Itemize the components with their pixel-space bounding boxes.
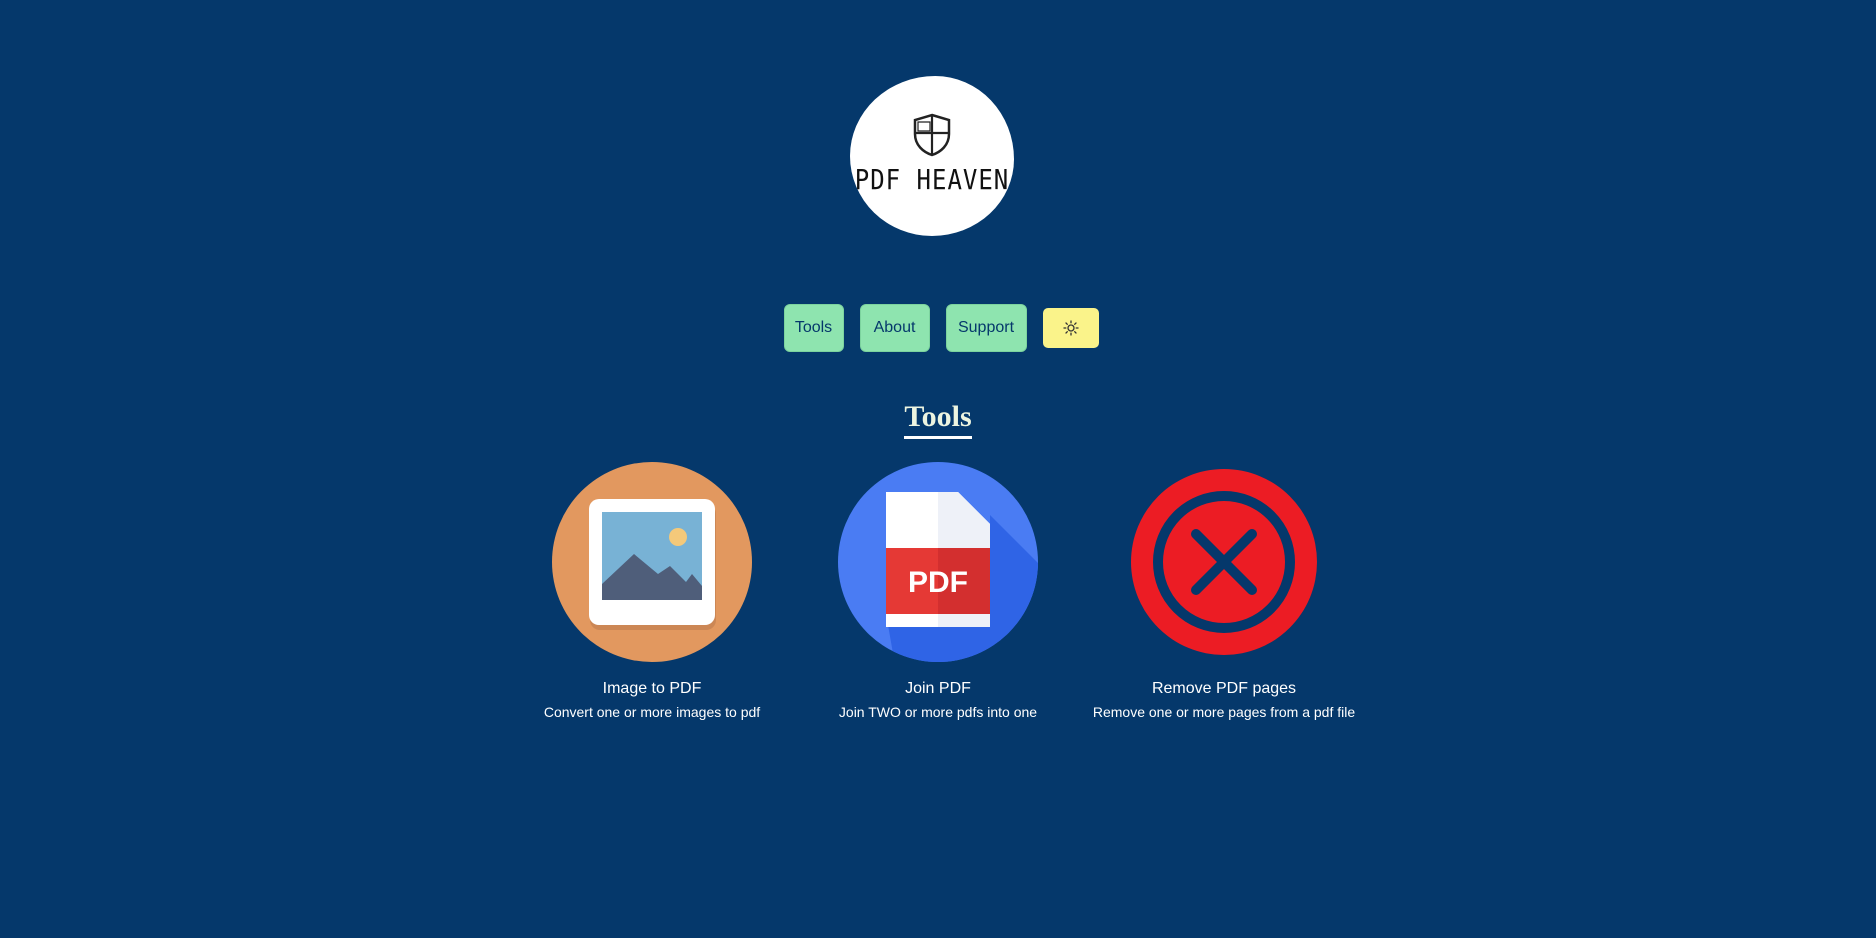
sun-icon [1062, 320, 1079, 336]
shield-icon [913, 113, 951, 157]
logo-text: PDF HEAVEN [854, 163, 1010, 197]
tool-description: Convert one or more images to pdf [543, 704, 761, 720]
svg-text:PDF: PDF [908, 566, 968, 599]
tool-name: Image to PDF [602, 680, 702, 697]
main-nav: Tools About Support [0, 304, 1876, 352]
tool-card-remove-pdf-pages[interactable]: Remove PDF pages Remove one or more page… [1074, 462, 1374, 720]
theme-toggle-button[interactable] [1042, 308, 1099, 348]
page-title: Tools [904, 400, 972, 439]
image-icon [552, 462, 752, 662]
nav-support-button[interactable]: Support [945, 304, 1027, 352]
close-circle-icon [1131, 469, 1317, 655]
nav-about-button[interactable]: About [859, 304, 930, 352]
tool-card-join-pdf[interactable]: PDF Join PDF Join TWO or more pdfs into … [788, 462, 1088, 720]
site-logo[interactable]: PDF HEAVEN [850, 76, 1014, 236]
tool-name: Join PDF [905, 680, 971, 697]
nav-tools-button[interactable]: Tools [783, 304, 844, 352]
pdf-file-icon: PDF [838, 462, 1038, 662]
tool-description: Remove one or more pages from a pdf file [1092, 704, 1356, 720]
tool-name: Remove PDF pages [1151, 680, 1297, 697]
tool-description: Join TWO or more pdfs into one [838, 704, 1038, 720]
tool-card-image-to-pdf[interactable]: Image to PDF Convert one or more images … [502, 462, 802, 720]
section-heading: Tools [0, 400, 1876, 439]
